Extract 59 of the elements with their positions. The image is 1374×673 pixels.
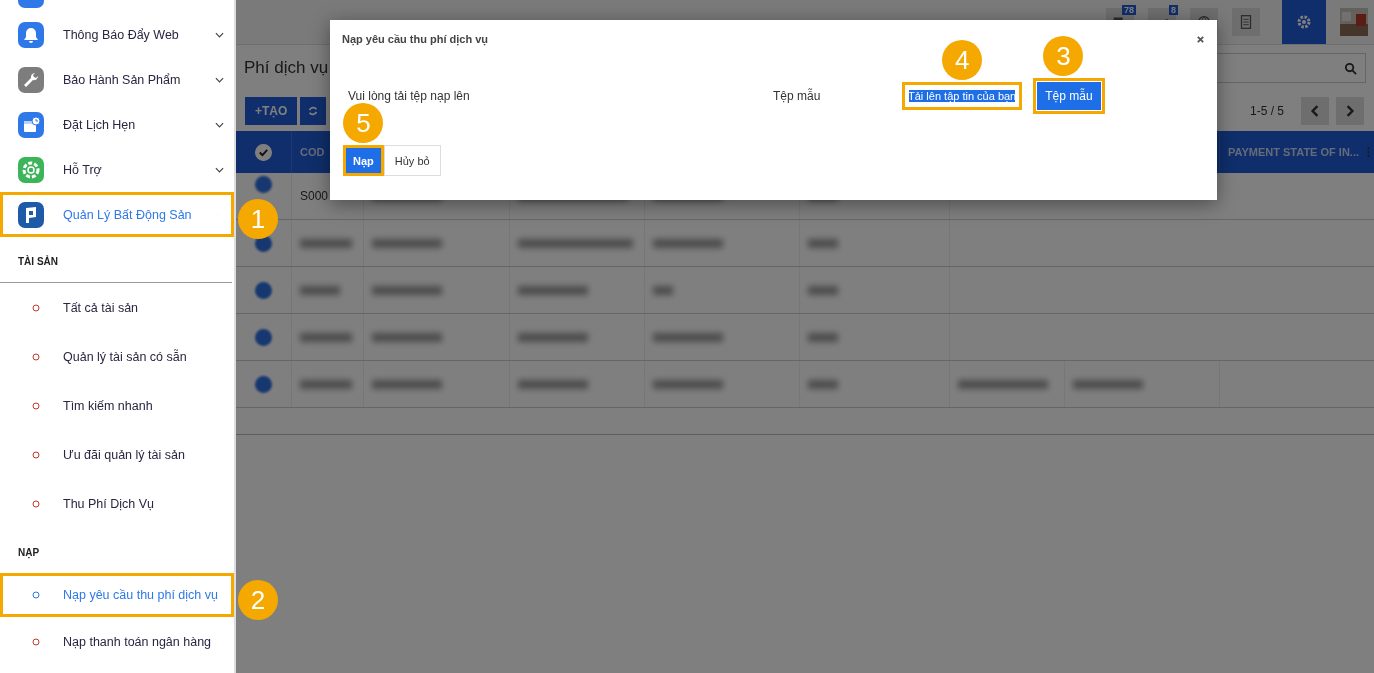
circle-bullet-icon (32, 450, 40, 459)
row-checkbox[interactable] (255, 375, 272, 393)
sidebar-menu-item[interactable]: Đặt Lịch Hẹn (0, 102, 234, 147)
download-template-button[interactable]: Tệp mẫu (1033, 78, 1105, 114)
lifebuoy-icon (18, 156, 44, 183)
row-checkbox[interactable] (255, 281, 272, 299)
sidebar-menu-item[interactable]: Thông Báo Đẩy Web (0, 12, 234, 57)
step-number-marker: 4 (942, 40, 983, 80)
pagination-text: 1-5 / 5 (1249, 104, 1284, 118)
document-button[interactable] (1232, 8, 1260, 36)
circle-bullet-icon (32, 637, 40, 646)
circle-bullet-icon (32, 401, 40, 410)
upload-button[interactable]: Tải lên tập tin của bạn (902, 82, 1023, 110)
cancel-button[interactable]: Hủy bỏ (383, 145, 441, 176)
sidebar-menu-item[interactable]: Hỗ Trợ (0, 147, 234, 192)
chevron-icon (215, 166, 224, 173)
refresh-button[interactable] (300, 97, 327, 125)
sidebar-link[interactable]: Thu Phí Dịch Vụ (0, 479, 234, 528)
sidebar-link[interactable]: Tìm kiếm nhanh (0, 381, 234, 430)
sidebar-menu-item[interactable]: Bảo Hành Sản Phẩm (0, 57, 234, 102)
section-heading: NẠP (17, 546, 41, 561)
sidebar-link[interactable]: Ưu đãi quản lý tài sản (0, 430, 234, 479)
circle-bullet-icon (32, 303, 40, 312)
circle-bullet-icon (32, 499, 40, 508)
step-number-marker: 5 (343, 103, 384, 143)
table-cell: S000 (300, 189, 329, 203)
page-title: Phí dịch vụ (244, 58, 329, 78)
calendar-icon (18, 111, 44, 138)
submit-button[interactable]: Nạp (343, 145, 384, 176)
template-label: Tệp mẫu (773, 89, 822, 103)
sidebar-link[interactable]: Nạp thanh toán ngân hàng (0, 617, 234, 666)
upload-prompt: Vui lòng tải tệp nạp lên (348, 89, 471, 103)
sidebar-link[interactable]: Quản lý tài sản có sẵn (0, 332, 234, 381)
dialog-title: Nạp yêu cầu thu phí dịch vụ (342, 33, 489, 45)
sidebar-link[interactable]: Tất cả tài sản (0, 283, 234, 332)
row-checkbox[interactable] (255, 176, 272, 193)
chevron-left-icon (1309, 105, 1321, 117)
chevron-icon (215, 31, 224, 38)
sidebar-link[interactable]: Nạp yêu cầu thu phí dịch vụ (0, 573, 234, 617)
chevron-icon (215, 76, 224, 83)
previous-page-button[interactable] (1301, 97, 1329, 125)
section-heading: TÀI SẢN (0, 242, 232, 283)
refresh-icon (307, 105, 320, 117)
settings-button[interactable] (1282, 0, 1326, 44)
count-badge: 78 (1122, 5, 1136, 15)
close-icon[interactable] (1196, 34, 1205, 44)
circle-bullet-icon (32, 591, 40, 599)
select-all-checkbox[interactable] (255, 143, 272, 161)
row-checkbox[interactable] (255, 328, 272, 346)
bell-icon (18, 21, 44, 48)
circle-bullet-icon (32, 352, 40, 361)
search-icon (1344, 61, 1357, 75)
next-page-button[interactable] (1336, 97, 1364, 125)
wrench-icon (18, 66, 44, 93)
count-badge: 8 (1169, 5, 1178, 15)
chevron-icon (215, 121, 224, 128)
flag-icon (18, 201, 44, 228)
chevron-right-icon (1344, 105, 1356, 117)
step-number-marker: 3 (1043, 36, 1084, 76)
